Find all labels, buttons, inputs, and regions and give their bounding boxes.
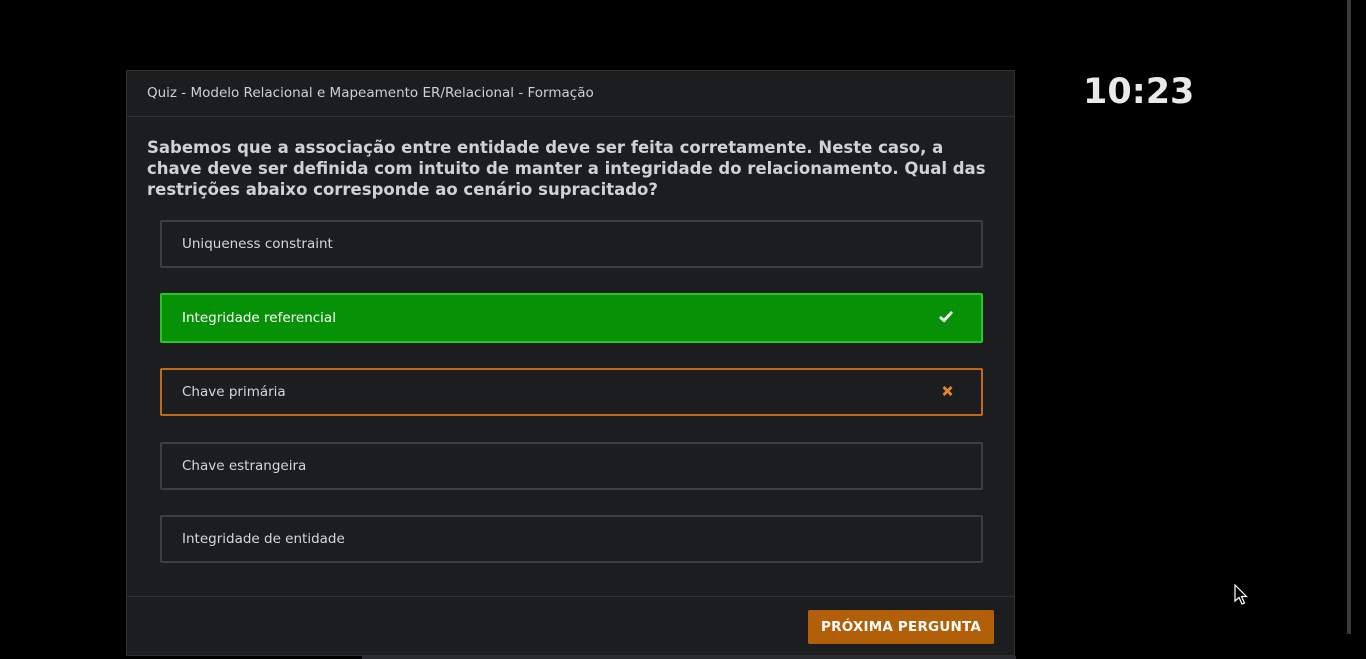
- answer-option-chave-primaria[interactable]: Chave primária: [160, 368, 983, 416]
- answer-option-chave-estrangeira[interactable]: Chave estrangeira: [160, 442, 983, 490]
- answer-option-integridade-referencial[interactable]: Integridade referencial: [160, 293, 983, 343]
- mouse-pointer-icon: [1234, 583, 1248, 610]
- next-question-button[interactable]: PRÓXIMA PERGUNTA: [808, 610, 994, 644]
- quiz-card: Quiz - Modelo Relacional e Mapeamento ER…: [126, 70, 1015, 656]
- x-icon: [942, 385, 953, 400]
- answer-option-label: Integridade referencial: [182, 310, 336, 326]
- answer-option-label: Chave primária: [182, 384, 286, 400]
- answer-option-label: Uniqueness constraint: [182, 236, 333, 252]
- answer-option-label: Chave estrangeira: [182, 458, 307, 474]
- countdown-timer: 10:23: [1083, 72, 1195, 112]
- question-text: Sabemos que a associação entre entidade …: [147, 138, 986, 199]
- quiz-page: Quiz - Modelo Relacional e Mapeamento ER…: [0, 0, 1366, 659]
- quiz-footer: PRÓXIMA PERGUNTA: [127, 596, 1014, 656]
- quiz-title: Quiz - Modelo Relacional e Mapeamento ER…: [127, 71, 1014, 117]
- answer-option-label: Integridade de entidade: [182, 531, 345, 547]
- answer-option-uniqueness-constraint[interactable]: Uniqueness constraint: [160, 220, 983, 268]
- check-icon: [939, 311, 954, 326]
- answer-option-integridade-de-entidade[interactable]: Integridade de entidade: [160, 515, 983, 563]
- vertical-scrollbar[interactable]: [1347, 0, 1351, 634]
